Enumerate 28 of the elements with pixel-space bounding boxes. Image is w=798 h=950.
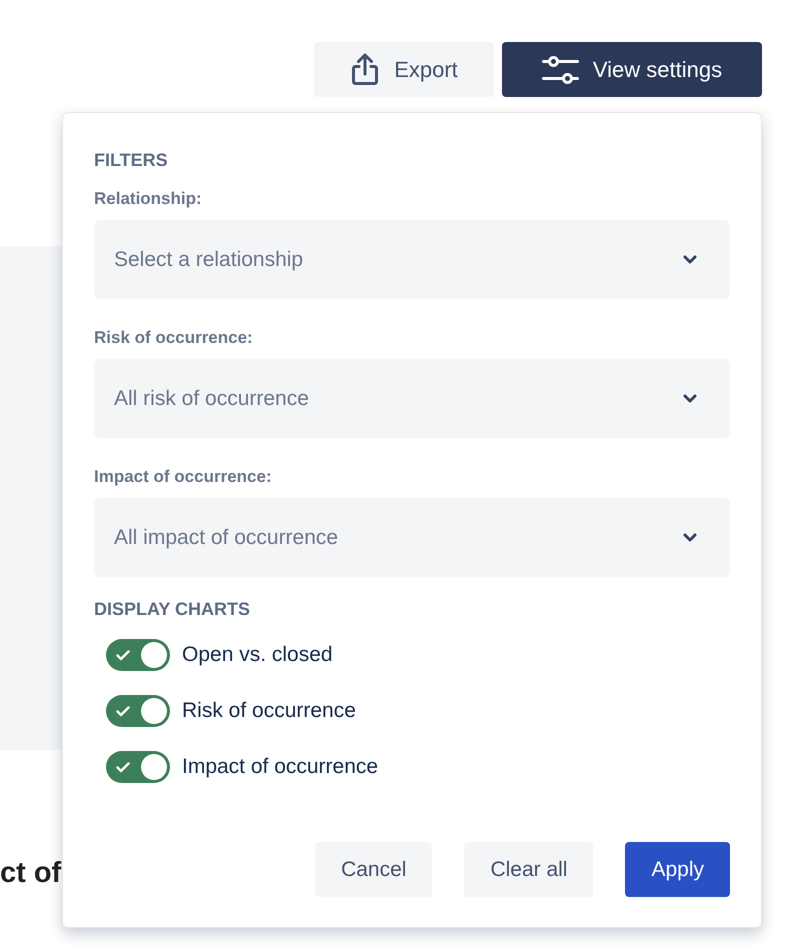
section-heading: ct of: [0, 856, 62, 891]
check-icon: [116, 762, 130, 772]
select-field[interactable]: All impact of occurrence: [94, 498, 730, 577]
toggle-label: Impact of occurrence: [182, 754, 378, 780]
select-field[interactable]: All risk of occurrence: [94, 359, 730, 438]
field-label: Risk of occurrence:: [94, 327, 254, 349]
toggle-switch[interactable]: [106, 639, 170, 671]
check-icon: [116, 650, 130, 660]
display-charts-heading: DISPLAY CHARTS: [94, 598, 252, 621]
toggle-label: Risk of occurrence: [182, 698, 356, 724]
select-field[interactable]: Select a relationship: [94, 220, 730, 299]
chevron-down-icon: [683, 255, 697, 264]
filters-heading: FILTERS: [94, 149, 169, 172]
chevron-down-icon: [683, 533, 697, 542]
field-label: Relationship:: [94, 188, 203, 210]
secondary-button[interactable]: Clear all: [464, 842, 594, 897]
export-button[interactable]: Export: [314, 42, 494, 97]
sliders-icon: [542, 56, 579, 84]
toggle-label: Open vs. closed: [182, 642, 333, 668]
toggle-switch[interactable]: [106, 695, 170, 727]
view-settings-button[interactable]: View settings: [502, 42, 762, 97]
toggle-switch[interactable]: [106, 751, 170, 783]
apply-button[interactable]: Apply: [625, 842, 730, 897]
upload-icon: [350, 53, 380, 86]
check-icon: [116, 706, 130, 716]
chevron-down-icon: [683, 394, 697, 403]
secondary-button[interactable]: Cancel: [315, 842, 432, 897]
field-label: Impact of occurrence:: [94, 466, 273, 488]
